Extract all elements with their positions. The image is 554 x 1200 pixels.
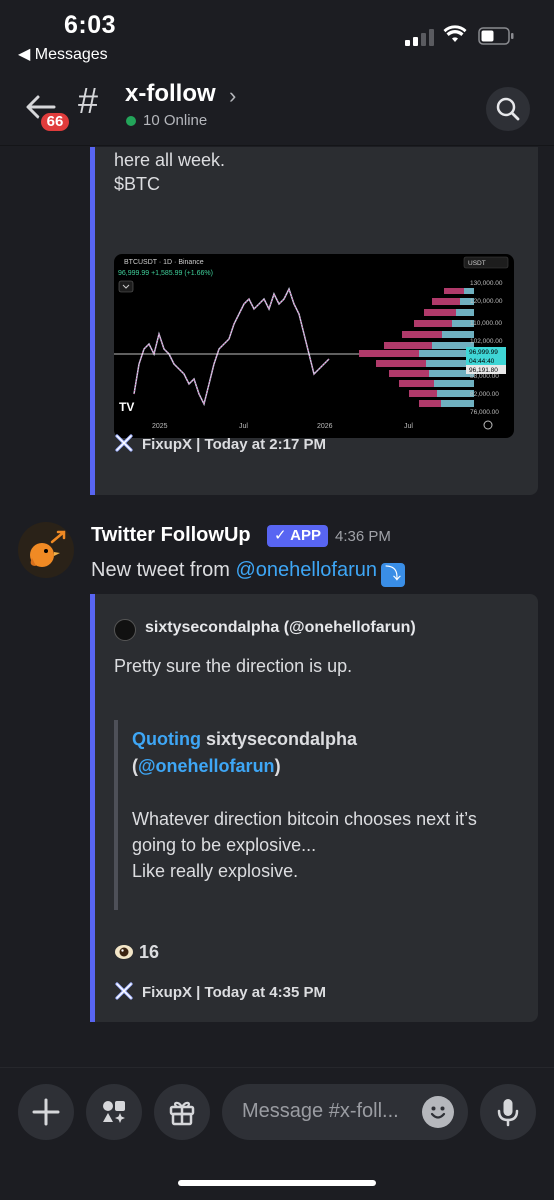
settings-icon — [483, 420, 493, 430]
channel-header: 66 # x-follow › 10 Online — [0, 70, 554, 146]
quoted-tweet: Quoting sixtysecondalpha (@onehellofarun… — [114, 720, 514, 910]
smiley-icon — [430, 1106, 446, 1119]
price-tick: 88,000.00 — [470, 373, 499, 380]
home-indicator[interactable] — [178, 1180, 376, 1186]
price-tick: 120,000.00 — [470, 298, 503, 305]
tradingview-logo: TV — [119, 400, 134, 414]
channel-title[interactable]: x-follow — [125, 80, 216, 108]
fixupx-logo-icon — [115, 434, 133, 452]
price-chart-graphic: BTCUSDT · 1D · Binance 96,999.99 +1,585.… — [114, 256, 509, 430]
arrow-down-right-icon: ⤵ — [381, 563, 405, 587]
price-tag: 96,999.99 — [469, 349, 498, 356]
wifi-icon — [443, 25, 467, 42]
chart-currency: USDT — [468, 260, 486, 267]
embed-footer-text: FixupX | Today at 4:35 PM — [142, 984, 326, 1001]
chart-price-line: 96,999.99 +1,585.99 (+1.66%) — [118, 270, 213, 277]
volume-profile — [359, 288, 474, 407]
gift-icon — [169, 1101, 195, 1126]
quoting-label[interactable]: Quoting — [132, 729, 201, 749]
apps-button[interactable] — [86, 1084, 142, 1140]
embed-text-line: $BTC — [114, 174, 161, 194]
chart-symbol: BTCUSDT · 1D · Binance — [124, 259, 204, 266]
apps-icon — [103, 1101, 125, 1123]
chevron-right-icon[interactable]: › — [229, 83, 236, 109]
search-icon — [496, 97, 520, 121]
battery-icon — [478, 27, 514, 45]
cellular-signal-icon — [405, 28, 435, 46]
embed-text-line: here all week. — [114, 150, 226, 170]
eyes-icon — [115, 945, 133, 959]
message-timestamp: 4:36 PM — [335, 528, 391, 545]
embed-description: Pretty sure the direction is up. — [114, 656, 353, 676]
embed-footer: FixupX | Today at 4:35 PM — [114, 981, 326, 1001]
price-tick: 82,000.00 — [470, 391, 499, 398]
eyes-count: 16 — [139, 942, 160, 962]
online-status-icon — [126, 116, 136, 126]
embed-author[interactable]: sixtysecondalpha (@onehellofarun) — [145, 619, 416, 637]
status-bar: 6:03 ◀ Messages — [0, 0, 554, 70]
time-tick: 2026 — [317, 423, 333, 430]
price-tick: 130,000.00 — [470, 280, 503, 287]
message-author[interactable]: Twitter FollowUp — [91, 524, 251, 547]
message-placeholder: Message #x-foll... — [242, 1100, 399, 1122]
message-input[interactable]: Message #x-foll... — [222, 1084, 468, 1140]
microphone-icon — [497, 1099, 519, 1127]
embed-author-avatar — [114, 619, 136, 641]
time-tick: Jul — [239, 423, 248, 430]
message-list[interactable]: here all week. $BTC ❤ 1 20 BTCUSDT · 1D … — [0, 147, 554, 1067]
price-tag: 96,191.80 — [469, 367, 498, 374]
tweet-embed[interactable]: here all week. $BTC ❤ 1 20 BTCUSDT · 1D … — [90, 147, 538, 495]
price-tick: 102,000.00 — [470, 338, 503, 345]
voice-button[interactable] — [480, 1084, 536, 1140]
message-text: New tweet from — [91, 559, 236, 581]
quote-line: Like really explosive. — [132, 861, 299, 881]
avatar[interactable] — [18, 522, 74, 578]
online-count: 10 Online — [143, 112, 208, 129]
quote-header: Quoting sixtysecondalpha (@onehellofarun… — [132, 729, 358, 776]
time-tick: 2025 — [152, 423, 168, 430]
quote-line: going to be explosive... — [132, 835, 317, 855]
back-to-messages-link[interactable]: ◀ Messages — [18, 44, 108, 64]
bird-icon — [30, 530, 66, 567]
plus-icon — [32, 1098, 60, 1126]
quote-body: Whatever direction bitcoin chooses next … — [132, 806, 514, 884]
quote-author-handle[interactable]: @onehellofarun — [138, 756, 275, 776]
price-tick: 110,000.00 — [470, 320, 502, 327]
embed-reactions: 16 — [114, 942, 159, 963]
app-badge: ✓ APP — [267, 525, 329, 547]
emoji-button[interactable] — [422, 1096, 454, 1128]
hashtag-icon: # — [78, 80, 99, 121]
embed-footer-text: FixupX | Today at 2:17 PM — [142, 436, 326, 453]
chart-image[interactable]: BTCUSDT · 1D · Binance 96,999.99 +1,585.… — [114, 254, 514, 438]
mention-link[interactable]: @onehellofarun — [235, 559, 377, 581]
clock: 6:03 — [64, 11, 117, 39]
countdown-tag: 04:44:40 — [469, 358, 495, 365]
search-button[interactable] — [486, 87, 530, 131]
quote-line: Whatever direction bitcoin chooses next … — [132, 809, 477, 829]
tweet-embed[interactable]: sixtysecondalpha (@onehellofarun) Pretty… — [90, 594, 538, 1022]
price-tick: 76,000.00 — [470, 409, 499, 416]
quote-author-name: sixtysecondalpha — [200, 729, 358, 749]
gift-button[interactable] — [154, 1084, 210, 1140]
fixupx-logo-icon — [115, 982, 133, 1000]
embed-footer: FixupX | Today at 2:17 PM — [114, 433, 326, 453]
unread-badge: 66 — [38, 110, 72, 134]
add-button[interactable] — [18, 1084, 74, 1140]
time-tick: Jul — [404, 423, 413, 430]
message-content: New tweet from @onehellofarun ⤵ — [91, 559, 405, 587]
